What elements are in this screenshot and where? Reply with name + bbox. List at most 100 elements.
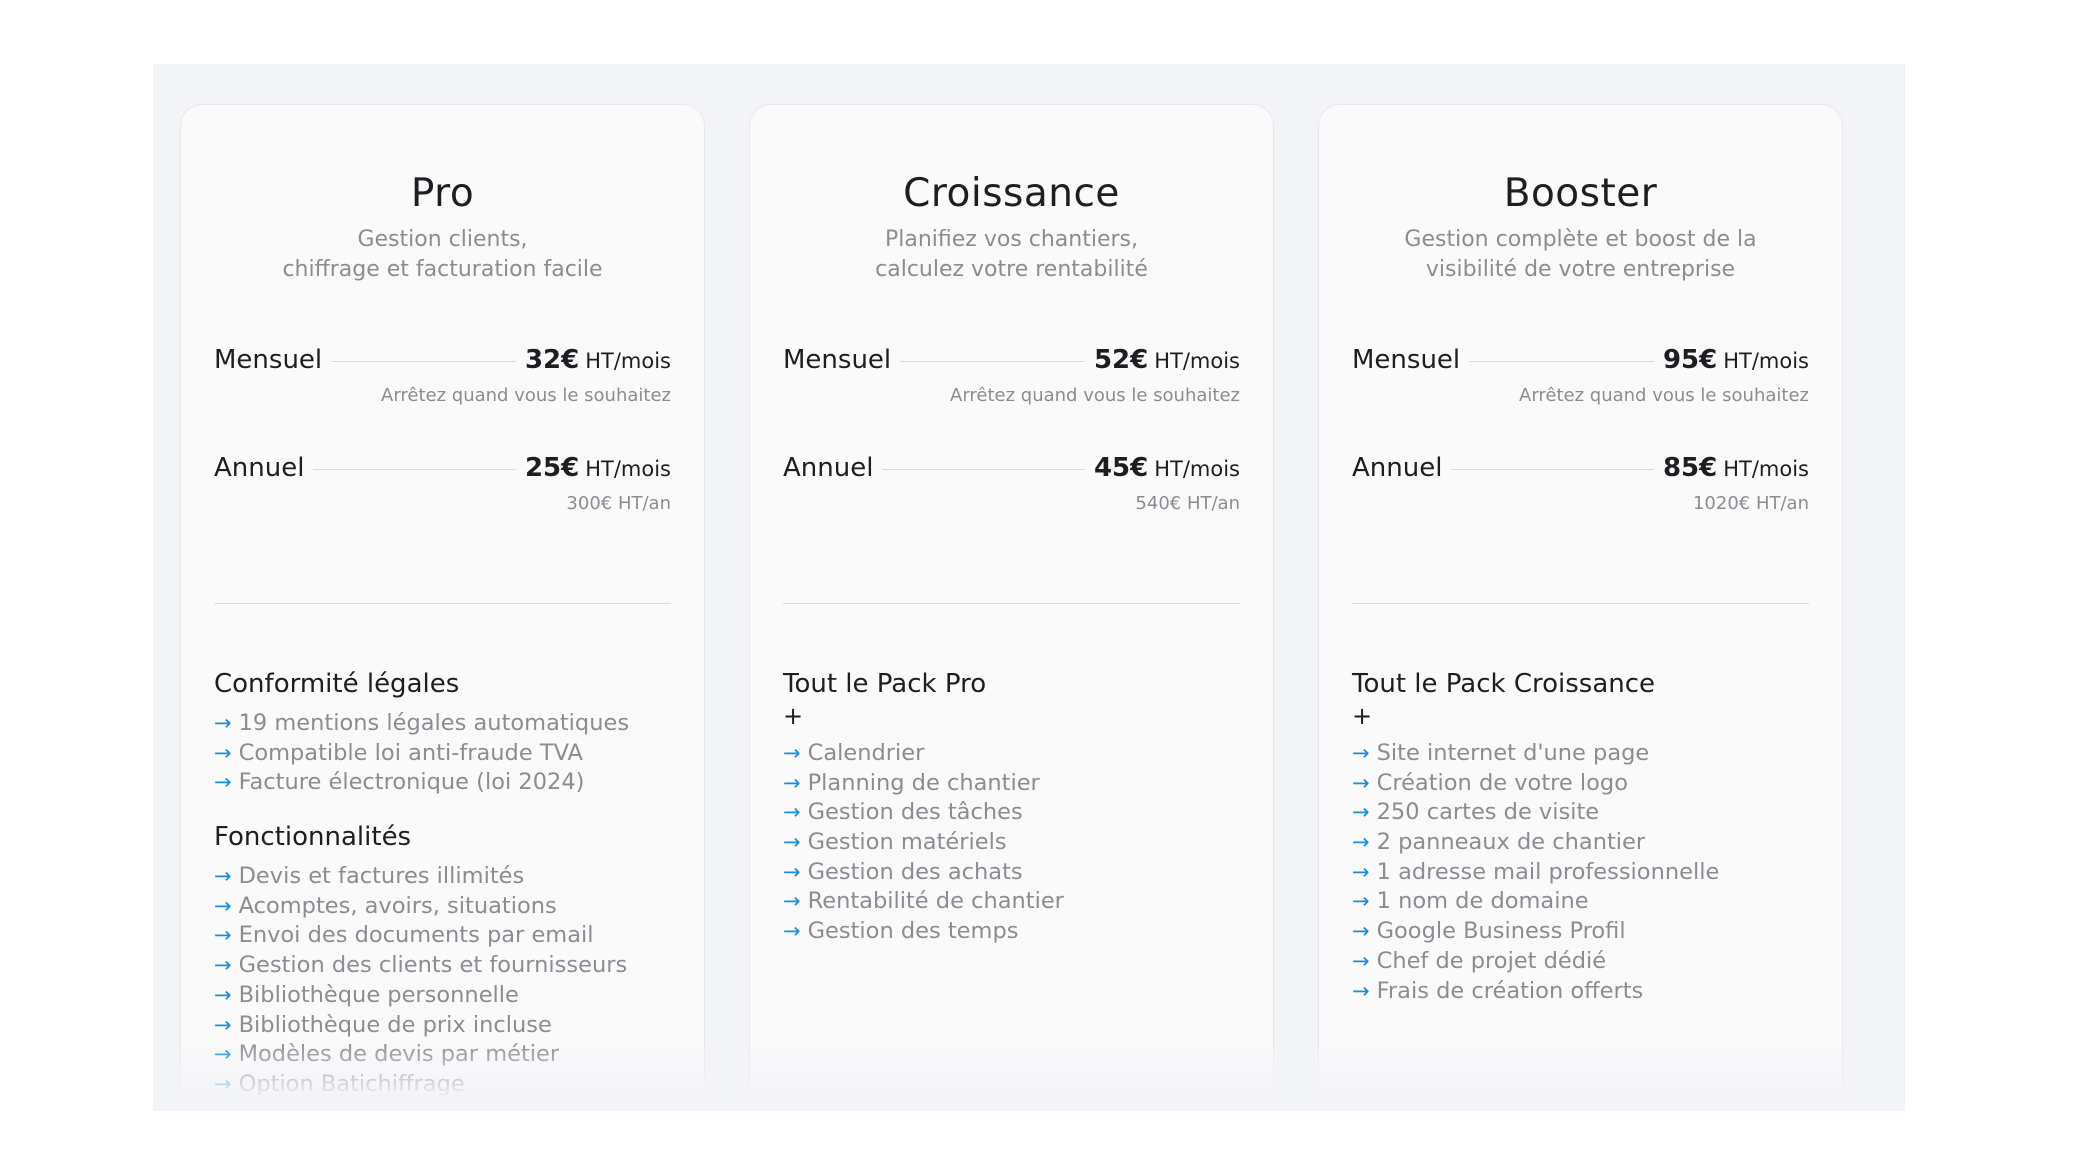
plan-subtitle: Planifiez vos chantiers, calculez votre …	[770, 225, 1253, 285]
plan-card-croissance: Croissance Planifiez vos chantiers, calc…	[749, 104, 1274, 1111]
arrow-right-icon: →	[214, 953, 232, 978]
price-leader-line	[882, 469, 1085, 470]
plan-title: Pro	[410, 171, 475, 216]
card-divider	[783, 603, 1240, 604]
arrow-right-icon: →	[214, 982, 232, 1007]
monthly-price: 95€	[1662, 345, 1718, 375]
feature-item: → Gestion des temps	[783, 918, 1019, 945]
arrow-right-icon: →	[783, 770, 801, 795]
plus-sign: +	[783, 702, 804, 730]
annual-unit: HT/mois	[585, 457, 671, 481]
monthly-note: Arrêtez quand vous le souhaitez	[950, 385, 1240, 406]
feature-item: → Rentabilité de chantier	[783, 888, 1064, 915]
annual-note: 540€ HT/an	[1135, 493, 1240, 514]
feature-item: → Gestion des achats	[783, 858, 1023, 885]
arrow-right-icon: →	[783, 889, 801, 914]
feature-item: → Site internet d'une page	[1352, 740, 1650, 766]
feature-list: Conformité légales → 19 mentions légales …	[214, 667, 684, 1100]
feature-item: → Création de votre logo	[1352, 769, 1628, 796]
monthly-price-row: Mensuel 52€ HT/mois	[783, 345, 1240, 375]
arrow-right-icon: →	[1352, 800, 1370, 825]
plan-subtitle-line: Gestion clients,	[357, 227, 528, 252]
pricing-panel: Pro Gestion clients, chiffrage et factur…	[153, 64, 1905, 1111]
annual-label: Annuel	[783, 453, 874, 483]
feature-item: → Chef de projet dédié	[1352, 947, 1607, 974]
arrow-right-icon: →	[1352, 889, 1370, 914]
plan-subtitle-line: calculez votre rentabilité	[875, 257, 1148, 282]
annual-unit: HT/mois	[1154, 457, 1240, 481]
plan-title: Booster	[1503, 171, 1658, 216]
feature-item: → 2 panneaux de chantier	[1352, 829, 1646, 856]
feature-item: → Gestion des tâches	[783, 799, 1023, 826]
feature-section-title: Conformité légales	[214, 669, 460, 699]
feature-item: → 19 mentions légales automatiques	[214, 710, 630, 736]
annual-label: Annuel	[1352, 453, 1443, 483]
annual-price-row: Annuel 85€ HT/mois	[1352, 453, 1809, 483]
arrow-right-icon: →	[214, 1012, 232, 1037]
arrow-right-icon: →	[214, 893, 232, 918]
plan-title: Croissance	[903, 171, 1120, 216]
plus-sign: +	[1352, 702, 1373, 730]
feature-item: → Compatible loi anti-fraude TVA	[214, 739, 583, 766]
price-leader-line	[313, 469, 516, 470]
annual-note: 1020€ HT/an	[1692, 493, 1809, 514]
arrow-right-icon: →	[214, 740, 232, 765]
feature-item: → 1 nom de domaine	[1352, 888, 1589, 915]
feature-section-title: Fonctionnalités	[214, 822, 412, 853]
monthly-label: Mensuel	[1352, 345, 1461, 375]
feature-item: → Calendrier	[783, 740, 925, 766]
arrow-right-icon: →	[1352, 770, 1370, 795]
monthly-price: 32€	[524, 345, 580, 375]
annual-price: 45€	[1093, 453, 1149, 483]
price-leader-line	[331, 361, 516, 362]
feature-item: → Gestion des clients et fournisseurs	[214, 952, 628, 979]
plan-subtitle-line: Planifiez vos chantiers,	[884, 227, 1139, 252]
annual-price-row: Annuel 25€ HT/mois	[214, 453, 671, 483]
arrow-right-icon: →	[1352, 978, 1370, 1003]
arrow-right-icon: →	[214, 770, 232, 795]
feature-item: → 250 cartes de visite	[1352, 799, 1600, 826]
arrow-right-icon: →	[214, 1071, 232, 1096]
monthly-unit: HT/mois	[1154, 349, 1240, 373]
arrow-right-icon: →	[1352, 830, 1370, 855]
price-leader-line	[1469, 361, 1654, 362]
arrow-right-icon: →	[214, 711, 232, 735]
price-leader-line	[900, 361, 1085, 362]
feature-item: → Gestion matériels	[783, 829, 1007, 856]
arrow-right-icon: →	[783, 919, 801, 944]
feature-item: → Option Batichiffrage	[214, 1070, 465, 1097]
feature-item: → Modèles de devis par métier	[214, 1041, 560, 1068]
plan-subtitle: Gestion complète et boost de la visibili…	[1339, 225, 1822, 285]
monthly-label: Mensuel	[214, 345, 323, 375]
card-divider	[214, 603, 671, 604]
feature-section-title: Tout le Pack Croissance	[1352, 669, 1656, 699]
annual-price: 25€	[524, 453, 580, 483]
arrow-right-icon: →	[214, 923, 232, 948]
arrow-right-icon: →	[783, 800, 801, 825]
monthly-unit: HT/mois	[585, 349, 671, 373]
feature-section-title: Tout le Pack Pro	[783, 669, 987, 699]
annual-price: 85€	[1662, 453, 1718, 483]
card-divider	[1352, 603, 1809, 604]
arrow-right-icon: →	[1352, 948, 1370, 973]
feature-item: → Facture électronique (loi 2024)	[214, 769, 585, 796]
price-leader-line	[1451, 469, 1654, 470]
monthly-price-row: Mensuel 32€ HT/mois	[214, 345, 671, 375]
arrow-right-icon: →	[1352, 741, 1370, 765]
arrow-right-icon: →	[214, 864, 232, 889]
plan-subtitle-line: visibilité de votre entreprise	[1425, 257, 1736, 282]
feature-list: Tout le Pack Pro + → Calendrier → Planning…	[783, 667, 1253, 947]
feature-item: → Devis et factures illimités	[214, 863, 525, 890]
monthly-price: 52€	[1093, 345, 1149, 375]
annual-label: Annuel	[214, 453, 305, 483]
feature-item: → Envoi des documents par email	[214, 922, 594, 949]
arrow-right-icon: →	[783, 741, 801, 765]
feature-item: → 1 adresse mail professionnelle	[1352, 858, 1720, 885]
annual-note: 300€ HT/an	[566, 493, 671, 514]
arrow-right-icon: →	[783, 830, 801, 855]
monthly-unit: HT/mois	[1723, 349, 1809, 373]
arrow-right-icon: →	[1352, 919, 1370, 944]
plan-subtitle: Gestion clients, chiffrage et facturatio…	[201, 225, 684, 285]
plan-card-pro: Pro Gestion clients, chiffrage et factur…	[180, 104, 705, 1111]
feature-list: Tout le Pack Croissance + → Site internet…	[1352, 667, 1822, 1006]
